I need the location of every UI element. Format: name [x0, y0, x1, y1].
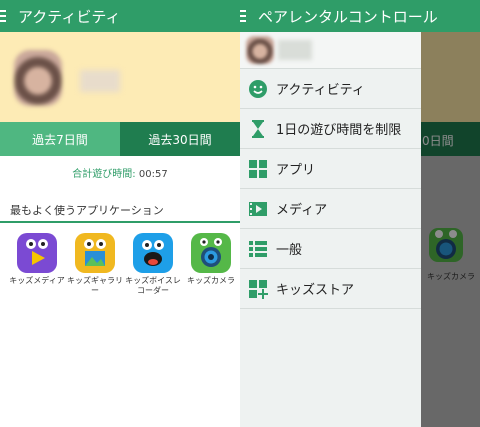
drawer-item-label: メディア — [276, 203, 328, 218]
app-kids-gallery[interactable]: キッズギャラリー — [66, 233, 124, 296]
page-title: アクティビティ — [18, 7, 121, 26]
drawer-item-daily-limit[interactable]: 1日の遊び時間を制限 — [240, 109, 421, 149]
app-bar: ペアレンタルコントロール — [240, 0, 480, 32]
avatar — [246, 36, 274, 64]
drawer-item-kids-store[interactable]: キッズストア — [240, 269, 421, 309]
most-used-apps-title: 最もよく使うアプリケーション — [10, 204, 164, 217]
app-kids-media[interactable]: キッズメディア — [8, 233, 66, 296]
activity-screen: アクティビティ 過去7日間 過去30日間 合計遊び時間: 00:57 最もよく使… — [0, 0, 240, 427]
page-title: ペアレンタルコントロール — [258, 7, 438, 26]
app-label: キッズカメラ — [187, 276, 235, 285]
child-name-blurred — [278, 40, 312, 60]
period-tabs: 過去7日間 過去30日間 — [0, 122, 240, 156]
activity-icon — [248, 79, 268, 99]
drawer-header[interactable] — [240, 32, 421, 69]
section-divider — [0, 221, 240, 223]
total-play-time-label: 合計遊び時間: — [72, 169, 136, 180]
app-kids-camera[interactable]: キッズカメラ — [182, 233, 240, 296]
total-play-time: 合計遊び時間: 00:57 — [0, 165, 240, 180]
menu-icon[interactable] — [0, 10, 10, 22]
store-add-icon — [248, 279, 268, 299]
app-label: キッズボイスレコーダー — [125, 276, 181, 295]
app-label: キッズメディア — [9, 276, 65, 285]
total-play-time-value: 00:57 — [138, 169, 168, 180]
drawer-item-label: 1日の遊び時間を制限 — [276, 123, 402, 138]
drawer-item-apps[interactable]: アプリ — [240, 149, 421, 189]
app-label: キッズギャラリー — [67, 276, 123, 295]
app-kids-voice-recorder[interactable]: キッズボイスレコーダー — [124, 233, 182, 296]
kids-voice-recorder-icon — [133, 233, 173, 273]
drawer-item-media[interactable]: メディア — [240, 189, 421, 229]
navigation-drawer: アクティビティ 1日の遊び時間を制限 アプリ メディア 一般 キッズストア — [240, 32, 421, 427]
kids-camera-icon — [191, 233, 231, 273]
media-film-icon — [248, 199, 268, 219]
kids-media-icon — [17, 233, 57, 273]
drawer-item-label: アプリ — [276, 163, 316, 178]
parental-control-screen: 0日間 キッズカメラ ペアレンタルコントロール アクティビティ 1日の遊び時間を… — [240, 0, 480, 427]
drawer-item-label: キッズストア — [276, 283, 355, 298]
drawer-item-activity[interactable]: アクティビティ — [240, 69, 421, 109]
child-name-blurred — [80, 70, 120, 92]
avatar[interactable] — [14, 50, 62, 106]
drawer-item-label: アクティビティ — [276, 83, 365, 98]
child-profile-banner — [0, 32, 240, 122]
apps-grid-icon — [248, 159, 268, 179]
kids-gallery-icon — [75, 233, 115, 273]
tab-last-7-days[interactable]: 過去7日間 — [0, 122, 120, 156]
hourglass-icon — [248, 119, 268, 139]
drawer-item-label: 一般 — [276, 243, 303, 258]
most-used-apps-list: キッズメディア キッズギャラリー キッズボイスレコーダー キッズカメラ — [0, 233, 240, 296]
app-bar: アクティビティ — [0, 0, 240, 32]
drawer-item-general[interactable]: 一般 — [240, 229, 421, 269]
list-icon — [248, 239, 268, 259]
tab-last-30-days[interactable]: 過去30日間 — [120, 122, 240, 156]
menu-icon[interactable] — [240, 10, 250, 22]
